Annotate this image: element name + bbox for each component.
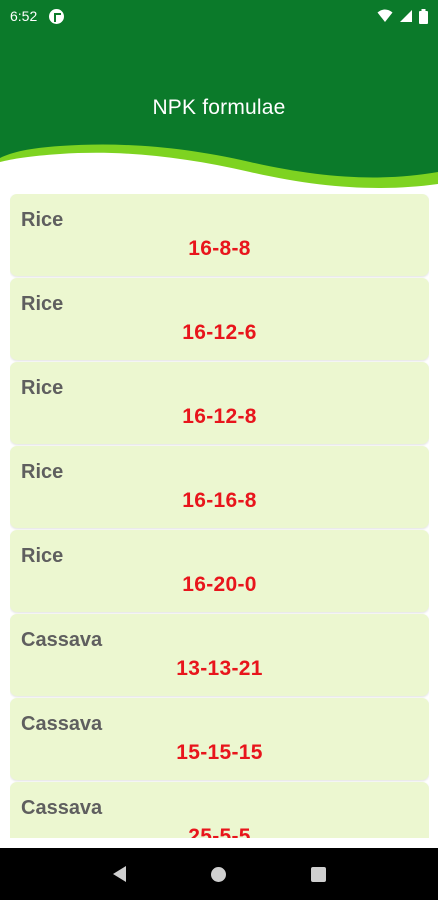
list-item[interactable]: Cassava 13-13-21 [10, 614, 429, 696]
recents-icon [310, 866, 326, 882]
crop-name: Cassava [21, 629, 103, 651]
crop-name: Rice [21, 461, 64, 483]
npk-formula: 16-12-8 [182, 405, 257, 428]
npk-formula: 15-15-15 [176, 741, 263, 764]
npk-formula: 13-13-21 [176, 657, 263, 680]
list-item[interactable]: Cassava 15-15-15 [10, 698, 429, 780]
crop-name: Rice [21, 293, 64, 315]
list-item[interactable]: Rice 16-16-8 [10, 446, 429, 528]
status-icons [377, 8, 428, 24]
back-icon [113, 866, 127, 882]
wifi-icon [377, 9, 393, 22]
crop-name: Cassava [21, 797, 103, 819]
crop-name: Rice [21, 377, 64, 399]
system-navigation-bar [0, 848, 438, 900]
home-icon [211, 866, 227, 882]
formula-list[interactable]: Rice 16-8-8 Rice 16-12-6 Rice 16-12-8 Ri… [10, 194, 429, 838]
crop-name: Rice [21, 209, 64, 231]
recents-button[interactable] [303, 859, 333, 889]
app-screen: 6:52 NPK formulae Rice 16-8-8 Rice 16-12… [0, 0, 438, 900]
status-bar: 6:52 [0, 0, 438, 32]
list-item[interactable]: Rice 16-12-8 [10, 362, 429, 444]
list-item[interactable]: Rice 16-12-6 [10, 278, 429, 360]
crop-name: Rice [21, 545, 64, 567]
list-item[interactable]: Cassava 25-5-5 [10, 782, 429, 838]
page-title: NPK formulae [152, 96, 286, 119]
signal-icon [400, 10, 412, 22]
npk-formula: 25-5-5 [188, 825, 251, 838]
list-item[interactable]: Rice 16-20-0 [10, 530, 429, 612]
status-time: 6:52 [10, 8, 38, 24]
list-item[interactable]: Rice 16-8-8 [10, 194, 429, 276]
app-notification-icon [49, 8, 65, 24]
npk-formula: 16-16-8 [182, 489, 257, 512]
app-header: NPK formulae [0, 32, 438, 192]
crop-name: Cassava [21, 713, 103, 735]
battery-icon [419, 8, 428, 24]
npk-formula: 16-12-6 [182, 321, 257, 344]
npk-formula: 16-20-0 [182, 573, 257, 596]
npk-formula: 16-8-8 [188, 237, 251, 260]
back-button[interactable] [105, 859, 135, 889]
home-button[interactable] [204, 859, 234, 889]
